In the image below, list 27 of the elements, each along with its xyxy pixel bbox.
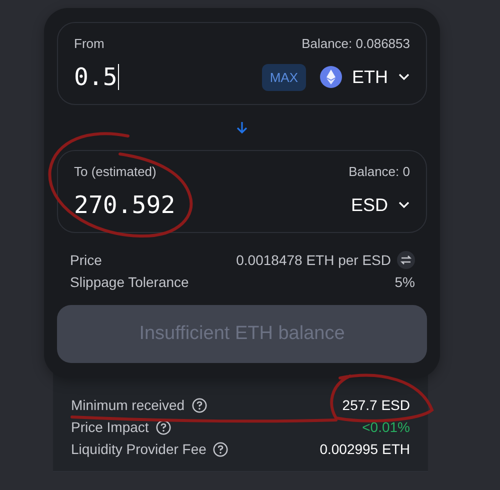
balance-text: Balance: 0: [348, 163, 410, 181]
swap-icon[interactable]: [397, 251, 415, 269]
ethereum-icon: [320, 66, 342, 88]
panel-label: To (estimated): [74, 163, 156, 181]
balance-text: Balance: 0.086853: [302, 35, 410, 53]
detail-value: 5%: [394, 274, 415, 290]
amount-field[interactable]: 270.592: [74, 191, 176, 219]
summary-value: 257.7 ESD: [342, 397, 410, 413]
panel-label: From: [74, 35, 104, 53]
detail-value: 0.0018478 ETH per ESD: [236, 252, 391, 268]
help-icon[interactable]: [192, 398, 207, 412]
arrow-down-icon[interactable]: [236, 121, 248, 134]
summary-label: Minimum received: [71, 397, 185, 413]
chevron-down-icon: [398, 201, 410, 209]
token-selector[interactable]: ETH: [320, 66, 410, 88]
summary-value: <0.01%: [362, 419, 410, 435]
summary-label: Price Impact: [71, 419, 149, 435]
amount-field[interactable]: 0.5: [74, 63, 118, 91]
token-selector[interactable]: ESD: [350, 194, 410, 216]
chevron-down-icon: [398, 73, 410, 81]
detail-label: Price: [70, 252, 102, 268]
summary-value: 0.002995 ETH: [320, 441, 410, 457]
max-button[interactable]: MAX: [262, 64, 306, 90]
help-icon[interactable]: [156, 420, 171, 434]
help-icon[interactable]: [213, 442, 228, 456]
summary-label: Liquidity Provider Fee: [71, 441, 206, 457]
detail-label: Slippage Tolerance: [70, 274, 189, 290]
